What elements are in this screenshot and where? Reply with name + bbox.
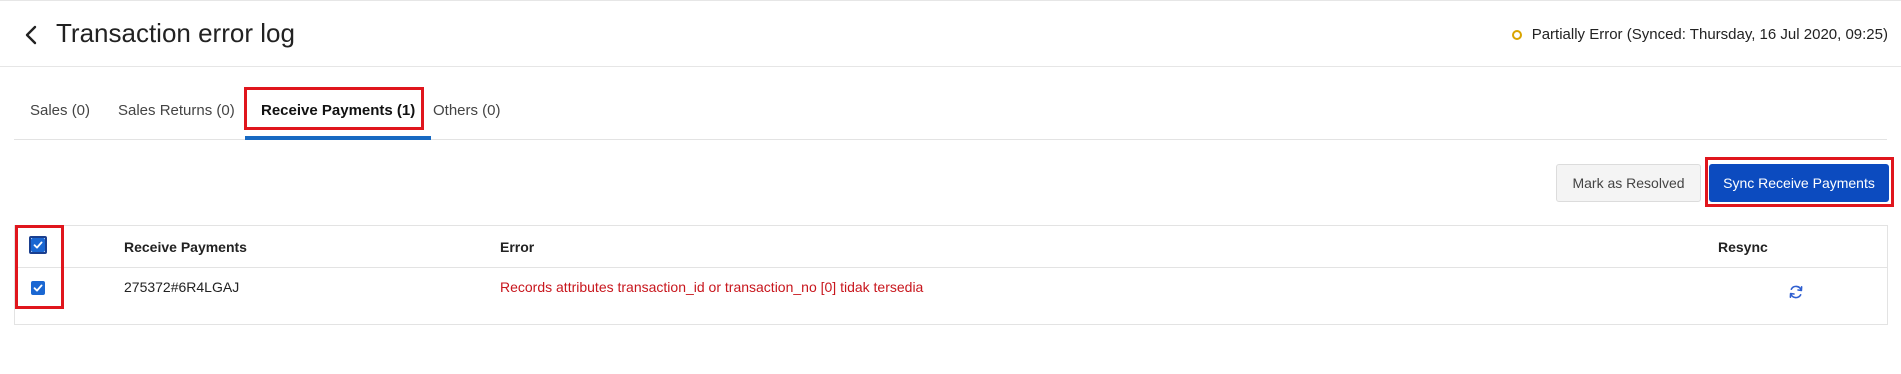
- tab-sales-returns[interactable]: Sales Returns (0): [118, 102, 235, 119]
- column-header-resync: Resync: [1718, 239, 1768, 255]
- tab-others[interactable]: Others (0): [433, 102, 501, 119]
- error-table: Receive Payments Error Resync 275372#6R4…: [14, 225, 1888, 325]
- column-header-error: Error: [500, 239, 535, 255]
- sync-receive-payments-button[interactable]: Sync Receive Payments: [1709, 164, 1889, 202]
- checkmark-icon: [33, 241, 43, 249]
- table-row: 275372#6R4LGAJ Records attributes transa…: [15, 268, 1887, 325]
- header-bar: Transaction error log Partially Error (S…: [0, 0, 1901, 67]
- tab-receive-payments[interactable]: Receive Payments (1): [261, 102, 415, 119]
- column-header-receive-payments: Receive Payments: [124, 239, 247, 255]
- back-arrow-icon[interactable]: [22, 23, 42, 47]
- row-checkbox[interactable]: [31, 281, 45, 295]
- active-tab-indicator: [245, 136, 431, 140]
- checkmark-icon: [33, 284, 43, 292]
- status-text: Partially Error (Synced: Thursday, 16 Ju…: [1531, 26, 1888, 43]
- error-message: Records attributes transaction_id or tra…: [500, 279, 924, 295]
- tab-bar: Sales (0) Sales Returns (0) Receive Paym…: [14, 88, 1887, 140]
- sync-status: Partially Error (Synced: Thursday, 16 Ju…: [1511, 26, 1888, 43]
- status-dot-icon: [1511, 29, 1522, 40]
- select-all-checkbox-frame: [29, 236, 47, 254]
- tab-sales[interactable]: Sales (0): [30, 102, 90, 119]
- page-title: Transaction error log: [56, 18, 295, 48]
- receive-payment-id: 275372#6R4LGAJ: [124, 279, 240, 295]
- mark-as-resolved-button[interactable]: Mark as Resolved: [1556, 164, 1701, 202]
- select-all-checkbox[interactable]: [31, 238, 45, 252]
- table-header: Receive Payments Error Resync: [15, 226, 1887, 268]
- refresh-icon[interactable]: [1788, 284, 1804, 300]
